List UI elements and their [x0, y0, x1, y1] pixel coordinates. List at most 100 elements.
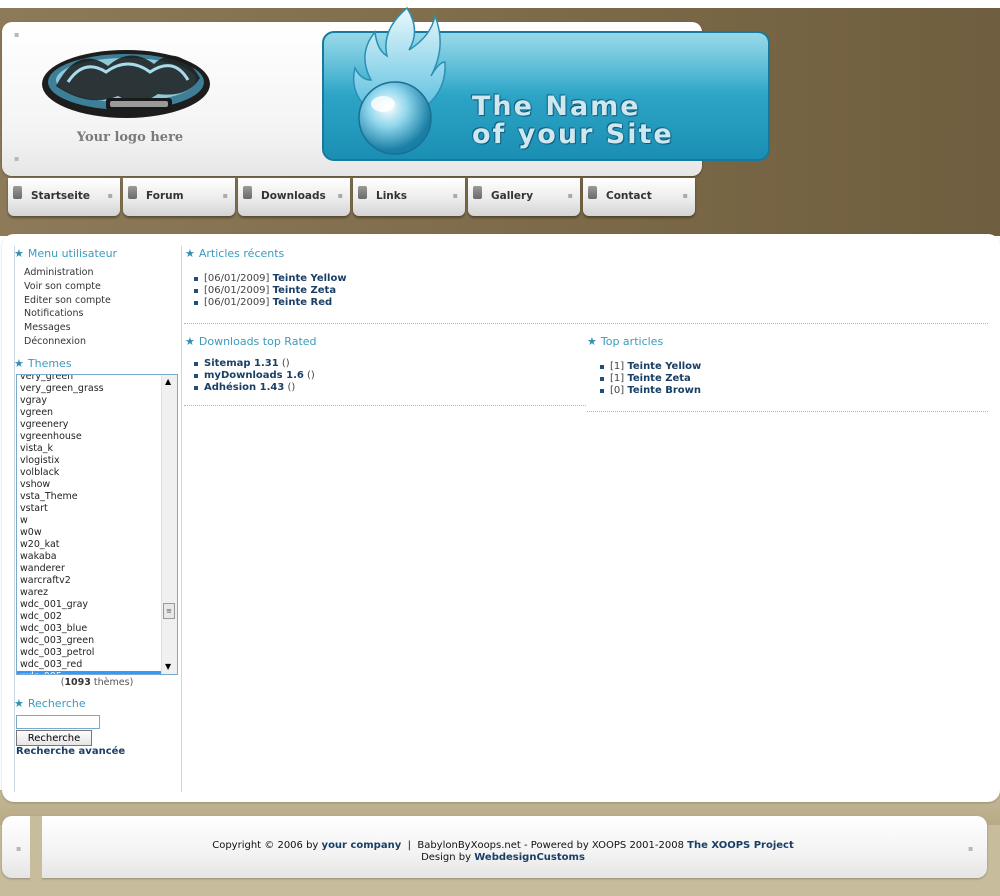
nav-contact[interactable]: Contact ▪ — [583, 178, 695, 216]
banner-line-2: of your Site — [472, 119, 674, 150]
theme-option[interactable]: w20_kat — [17, 539, 162, 551]
footer-design-credit: Design by WebdesignCustoms — [421, 852, 585, 863]
divider — [184, 405, 586, 406]
star-icon: ★ — [14, 247, 24, 260]
corner-grip-icon: ▪ — [16, 844, 22, 853]
user-menu-item-view-account[interactable]: Voir son compte — [24, 280, 111, 294]
grip-icon: ▪ — [682, 191, 688, 200]
nav-downloads[interactable]: Downloads ▪ — [238, 178, 350, 216]
theme-option[interactable]: wdc_003_petrol — [17, 647, 162, 659]
theme-option[interactable]: wanderer — [17, 563, 162, 575]
user-menu-item-messages[interactable]: Messages — [24, 321, 111, 335]
list-item: [1] Teinte Zeta — [596, 373, 701, 385]
article-link[interactable]: Teinte Zeta — [273, 285, 336, 296]
user-menu-item-logout[interactable]: Déconnexion — [24, 335, 111, 349]
theme-option[interactable]: wdc_005 — [17, 671, 162, 674]
tab-marker-icon — [588, 186, 597, 199]
corner-grip-icon: ▪ — [968, 844, 974, 853]
user-menu: Administration Voir son compte Editer so… — [24, 266, 111, 349]
search-title: ★ Recherche — [14, 697, 86, 710]
logo-caption: Your logo here — [76, 130, 184, 145]
theme-option[interactable]: warcraftv2 — [17, 575, 162, 587]
list-item: Adhésion 1.43 () — [190, 382, 315, 394]
user-menu-item-notifications[interactable]: Notifications — [24, 307, 111, 321]
scroll-thumb[interactable]: ≡ — [163, 603, 175, 619]
theme-option[interactable]: wdc_003_red — [17, 659, 162, 671]
nav-label: Downloads — [261, 190, 326, 202]
star-icon: ★ — [14, 357, 24, 370]
tab-marker-icon — [13, 186, 22, 199]
divider — [587, 411, 988, 412]
theme-option[interactable]: vgreenery — [17, 419, 162, 431]
nav-label: Gallery — [491, 190, 534, 202]
download-link[interactable]: Sitemap 1.31 — [204, 358, 279, 369]
nav-gallery[interactable]: Gallery ▪ — [468, 178, 580, 216]
theme-options: very_green very_green_grass vgray vgreen vgr… — [17, 375, 162, 674]
nav-startseite[interactable]: Startseite ▪ — [8, 178, 120, 216]
themes-title: ★ Themes — [14, 357, 72, 370]
theme-option[interactable]: w0w — [17, 527, 162, 539]
downloads-top-title: ★ Downloads top Rated — [185, 335, 317, 348]
theme-select-list[interactable]: very_green very_green_grass vgray vgreen vgr… — [16, 374, 178, 675]
nav-forum[interactable]: Forum ▪ — [123, 178, 235, 216]
theme-option[interactable]: wakaba — [17, 551, 162, 563]
theme-option[interactable]: very_green_grass — [17, 383, 162, 395]
theme-option[interactable]: vgray — [17, 395, 162, 407]
corner-grip-icon: ▪ — [14, 30, 20, 39]
download-link[interactable]: myDownloads 1.6 — [204, 370, 304, 381]
star-icon: ★ — [14, 697, 24, 710]
star-icon: ★ — [587, 335, 597, 348]
nav-links[interactable]: Links ▪ — [353, 178, 465, 216]
theme-option[interactable]: very_green — [17, 375, 162, 383]
grip-icon: ▪ — [452, 191, 458, 200]
theme-option[interactable]: vista_k — [17, 443, 162, 455]
nav-label: Links — [376, 190, 407, 202]
download-link[interactable]: Adhésion 1.43 — [204, 382, 284, 393]
theme-option[interactable]: vstart — [17, 503, 162, 515]
flame-orb-icon — [352, 6, 446, 155]
grip-icon: ▪ — [107, 191, 113, 200]
scroll-up-icon[interactable]: ▲ — [165, 377, 171, 386]
xoops-project-link[interactable]: The XOOPS Project — [687, 840, 794, 851]
list-item: [0] Teinte Brown — [596, 385, 701, 397]
user-menu-title: ★ Menu utilisateur — [14, 247, 118, 260]
theme-option[interactable]: vshow — [17, 479, 162, 491]
theme-option[interactable]: vsta_Theme — [17, 491, 162, 503]
star-icon: ★ — [185, 335, 195, 348]
theme-option[interactable]: wdc_003_green — [17, 635, 162, 647]
grip-icon: ▪ — [567, 191, 573, 200]
theme-option[interactable]: vlogistix — [17, 455, 162, 467]
list-item: [06/01/2009] Teinte Zeta — [190, 285, 347, 297]
theme-option[interactable]: vgreenhouse — [17, 431, 162, 443]
search-input[interactable] — [16, 715, 100, 729]
list-item: Sitemap 1.31 () — [190, 358, 315, 370]
nav-label: Startseite — [31, 190, 90, 202]
theme-option[interactable]: vgreen — [17, 407, 162, 419]
divider — [184, 323, 988, 324]
company-link[interactable]: your company — [322, 840, 402, 851]
theme-option[interactable]: wdc_003_blue — [17, 623, 162, 635]
designer-link[interactable]: WebdesignCustoms — [474, 852, 585, 863]
theme-option[interactable]: volblack — [17, 467, 162, 479]
recent-articles-title: ★ Articles récents — [185, 247, 285, 260]
theme-option[interactable]: warez — [17, 587, 162, 599]
user-menu-item-edit-account[interactable]: Editer son compte — [24, 294, 111, 308]
search-button[interactable]: Recherche — [16, 730, 92, 746]
article-link[interactable]: Teinte Zeta — [627, 373, 690, 384]
site-logo[interactable] — [38, 36, 214, 128]
list-item: myDownloads 1.6 () — [190, 370, 315, 382]
article-link[interactable]: Teinte Red — [273, 297, 333, 308]
list-item: [1] Teinte Yellow — [596, 361, 701, 373]
article-link[interactable]: Teinte Yellow — [273, 273, 347, 284]
theme-option[interactable]: wdc_001_gray — [17, 599, 162, 611]
list-item: [06/01/2009] Teinte Yellow — [190, 273, 347, 285]
article-link[interactable]: Teinte Brown — [627, 385, 701, 396]
theme-option[interactable]: wdc_002 — [17, 611, 162, 623]
user-menu-item-administration[interactable]: Administration — [24, 266, 111, 280]
theme-list-scrollbar[interactable]: ▲ ≡ ▼ — [161, 375, 177, 674]
advanced-search-link[interactable]: Recherche avancée — [16, 746, 125, 757]
scroll-down-icon[interactable]: ▼ — [165, 662, 171, 671]
article-link[interactable]: Teinte Yellow — [627, 361, 701, 372]
theme-option[interactable]: w — [17, 515, 162, 527]
nav-label: Forum — [146, 190, 184, 202]
